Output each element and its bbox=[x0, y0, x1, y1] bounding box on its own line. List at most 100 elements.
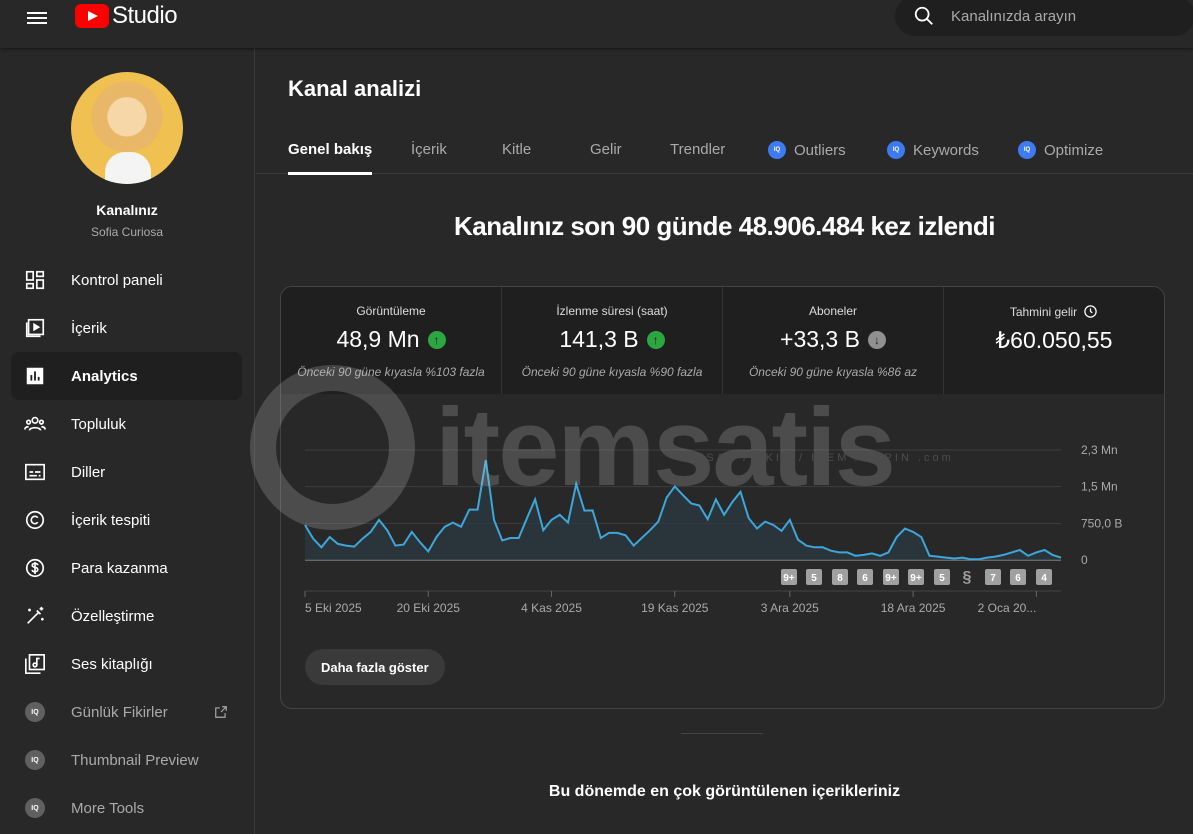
sidebar-item-label: Ses kitaplığı bbox=[71, 655, 153, 673]
external-link-icon bbox=[215, 706, 227, 718]
tab-label: Gelir bbox=[590, 141, 622, 158]
tab-label: Optimize bbox=[1044, 141, 1104, 159]
sidebar-item-dashboard[interactable]: Kontrol paneli bbox=[11, 256, 242, 304]
iq-tool-icon: IQ bbox=[25, 702, 45, 722]
sidebar-item-copyright[interactable]: İçerik tespiti bbox=[11, 496, 242, 544]
stat-card[interactable]: Tahmini gelir ₺60.050,55 bbox=[944, 287, 1164, 394]
trend-up-icon: ↑ bbox=[427, 330, 446, 349]
sidebar-item-magic-wand[interactable]: Özelleştirme bbox=[11, 592, 242, 640]
tab-label: Trendler bbox=[670, 141, 726, 158]
tab-keywords[interactable]: IQ Keywords bbox=[887, 141, 979, 159]
iq-tool-icon: IQ bbox=[25, 750, 45, 770]
upload-badge-count: 9+ bbox=[910, 573, 922, 584]
tab-bar: Genel bakış İçerik Kitle Gelir Trendler IQ Out… bbox=[256, 126, 1193, 175]
x-tick-label: 19 Kas 2025 bbox=[641, 601, 709, 615]
sidebar-item-label: Diller bbox=[71, 463, 106, 481]
stat-comparison: Önceki 90 güne kıyasla %86 az bbox=[748, 365, 918, 379]
stat-value: 48,9 Mn bbox=[336, 326, 420, 352]
stat-label: İzlenme süresi (saat) bbox=[556, 304, 668, 318]
stats-row: Görüntüleme 48,9 Mn ↑ Önceki 90 güne kıyasl… bbox=[281, 287, 1164, 394]
sidebar-item-label: Kontrol paneli bbox=[71, 271, 163, 289]
upload-badge-count: 6 bbox=[1015, 573, 1021, 584]
upload-badge-count: 6 bbox=[862, 573, 868, 584]
sidebar-item-label: More Tools bbox=[71, 799, 145, 817]
upload-badge-count: 5 bbox=[939, 573, 945, 584]
audio-library-icon bbox=[23, 652, 47, 676]
sidebar-item-dollar[interactable]: Para kazanma bbox=[11, 544, 242, 592]
tab-gelir[interactable]: Gelir bbox=[590, 141, 622, 158]
upload-badge-count: 5 bbox=[811, 573, 817, 584]
tab-label: Outliers bbox=[794, 141, 846, 159]
sidebar-nav: Kontrol paneli İçerik Analytics Topluluk Dil… bbox=[11, 256, 242, 832]
channel-handle: Sofia Curiosa bbox=[90, 225, 164, 239]
search-input[interactable] bbox=[951, 7, 1171, 25]
youtube-logo-icon bbox=[75, 4, 109, 28]
tab-kitle[interactable]: Kitle bbox=[502, 141, 531, 158]
tab-i̇çerik[interactable]: İçerik bbox=[411, 141, 447, 158]
copyright-icon bbox=[23, 508, 47, 532]
sidebar-item-label: İçerik bbox=[71, 319, 107, 337]
sidebar-item-analytics[interactable]: Analytics bbox=[11, 352, 242, 400]
iq-icon: IQ bbox=[768, 141, 786, 159]
sidebar-item-label: İçerik tespiti bbox=[71, 511, 151, 529]
stat-label: Aboneler bbox=[808, 304, 858, 318]
sidebar-item-label: Topluluk bbox=[71, 415, 127, 433]
sidebar-item-label: Özelleştirme bbox=[71, 607, 155, 625]
tab-genel-bakış[interactable]: Genel bakış bbox=[288, 141, 373, 175]
x-tick-label: 4 Kas 2025 bbox=[521, 601, 582, 615]
sidebar-item-label: Thumbnail Preview bbox=[71, 751, 199, 769]
views-chart[interactable]: 0 750,0 B 1,5 Mn 2,3 Mn 9+ 5 8 6 9+ 9+ 5 § 7 6 4 5 Eki … bbox=[281, 427, 1165, 627]
stat-value: +33,3 B bbox=[780, 326, 860, 352]
x-tick-label: 20 Eki 2025 bbox=[397, 601, 461, 615]
content-icon bbox=[23, 316, 47, 340]
stat-card[interactable]: İzlenme süresi (saat) 141,3 B ↑ Önceki 90 g… bbox=[502, 287, 723, 394]
overview-card: Görüntüleme 48,9 Mn ↑ Önceki 90 güne kıyasl… bbox=[280, 286, 1165, 709]
x-tick-label: 3 Ara 2025 bbox=[761, 601, 819, 615]
sidebar-tool-item[interactable]: IQ Günlük Fikirler bbox=[11, 688, 242, 736]
stat-card[interactable]: Aboneler +33,3 B ↓ Önceki 90 güne kıyasla %… bbox=[723, 287, 944, 394]
sidebar-item-label: Günlük Fikirler bbox=[71, 703, 168, 721]
tab-label: Genel bakış bbox=[288, 141, 373, 158]
iq-icon: IQ bbox=[1018, 141, 1036, 159]
y-tick-label: 2,3 Mn bbox=[1081, 443, 1118, 457]
y-tick-label: 1,5 Mn bbox=[1081, 480, 1118, 494]
sidebar-item-label: Analytics bbox=[71, 367, 138, 385]
search-icon bbox=[914, 6, 933, 25]
upload-badge-count: 9+ bbox=[885, 573, 897, 584]
community-icon bbox=[23, 412, 47, 436]
tab-trendler[interactable]: Trendler bbox=[670, 141, 725, 158]
shorts-icon: § bbox=[963, 569, 972, 586]
show-more-button[interactable]: Daha fazla göster bbox=[305, 649, 445, 685]
dashboard-icon bbox=[23, 268, 47, 292]
headline: Kanalınız son 90 günde 48.906.484 kez iz… bbox=[453, 211, 996, 241]
tab-label: Kitle bbox=[502, 141, 532, 158]
dollar-icon bbox=[23, 556, 47, 580]
search-box[interactable] bbox=[895, 0, 1193, 36]
iq-tool-icon: IQ bbox=[25, 798, 45, 818]
trend-up-icon: ↑ bbox=[646, 330, 665, 349]
upload-badge-count: 7 bbox=[990, 573, 996, 584]
tab-label: İçerik bbox=[411, 141, 447, 158]
tab-label: Keywords bbox=[913, 141, 979, 159]
logo-text: Studio bbox=[112, 2, 178, 29]
menu-icon[interactable] bbox=[27, 9, 47, 25]
channel-name: Kanalınız bbox=[96, 202, 158, 218]
sidebar-tool-item[interactable]: IQ Thumbnail Preview bbox=[11, 736, 242, 784]
sidebar-item-audio-library[interactable]: Ses kitaplığı bbox=[11, 640, 242, 688]
x-tick-label: 18 Ara 2025 bbox=[881, 601, 946, 615]
sidebar-item-community[interactable]: Topluluk bbox=[11, 400, 242, 448]
stat-label: Görüntüleme bbox=[356, 304, 426, 318]
stat-card[interactable]: Görüntüleme 48,9 Mn ↑ Önceki 90 güne kıyasl… bbox=[281, 287, 502, 394]
subtitles-icon bbox=[23, 460, 47, 484]
analytics-icon bbox=[23, 364, 47, 388]
sidebar-item-content[interactable]: İçerik bbox=[11, 304, 242, 352]
channel-avatar[interactable] bbox=[71, 72, 183, 184]
stat-value: ₺60.050,55 bbox=[995, 327, 1113, 353]
tab-outliers[interactable]: IQ Outliers bbox=[768, 141, 846, 159]
studio-logo[interactable]: Studio bbox=[75, 2, 178, 30]
sidebar-tool-item[interactable]: IQ More Tools bbox=[11, 784, 242, 832]
sidebar-item-subtitles[interactable]: Diller bbox=[11, 448, 242, 496]
tab-optimize[interactable]: IQ Optimize bbox=[1018, 141, 1103, 159]
stat-label: Tahmini gelir bbox=[1009, 304, 1078, 319]
iq-icon: IQ bbox=[887, 141, 905, 159]
